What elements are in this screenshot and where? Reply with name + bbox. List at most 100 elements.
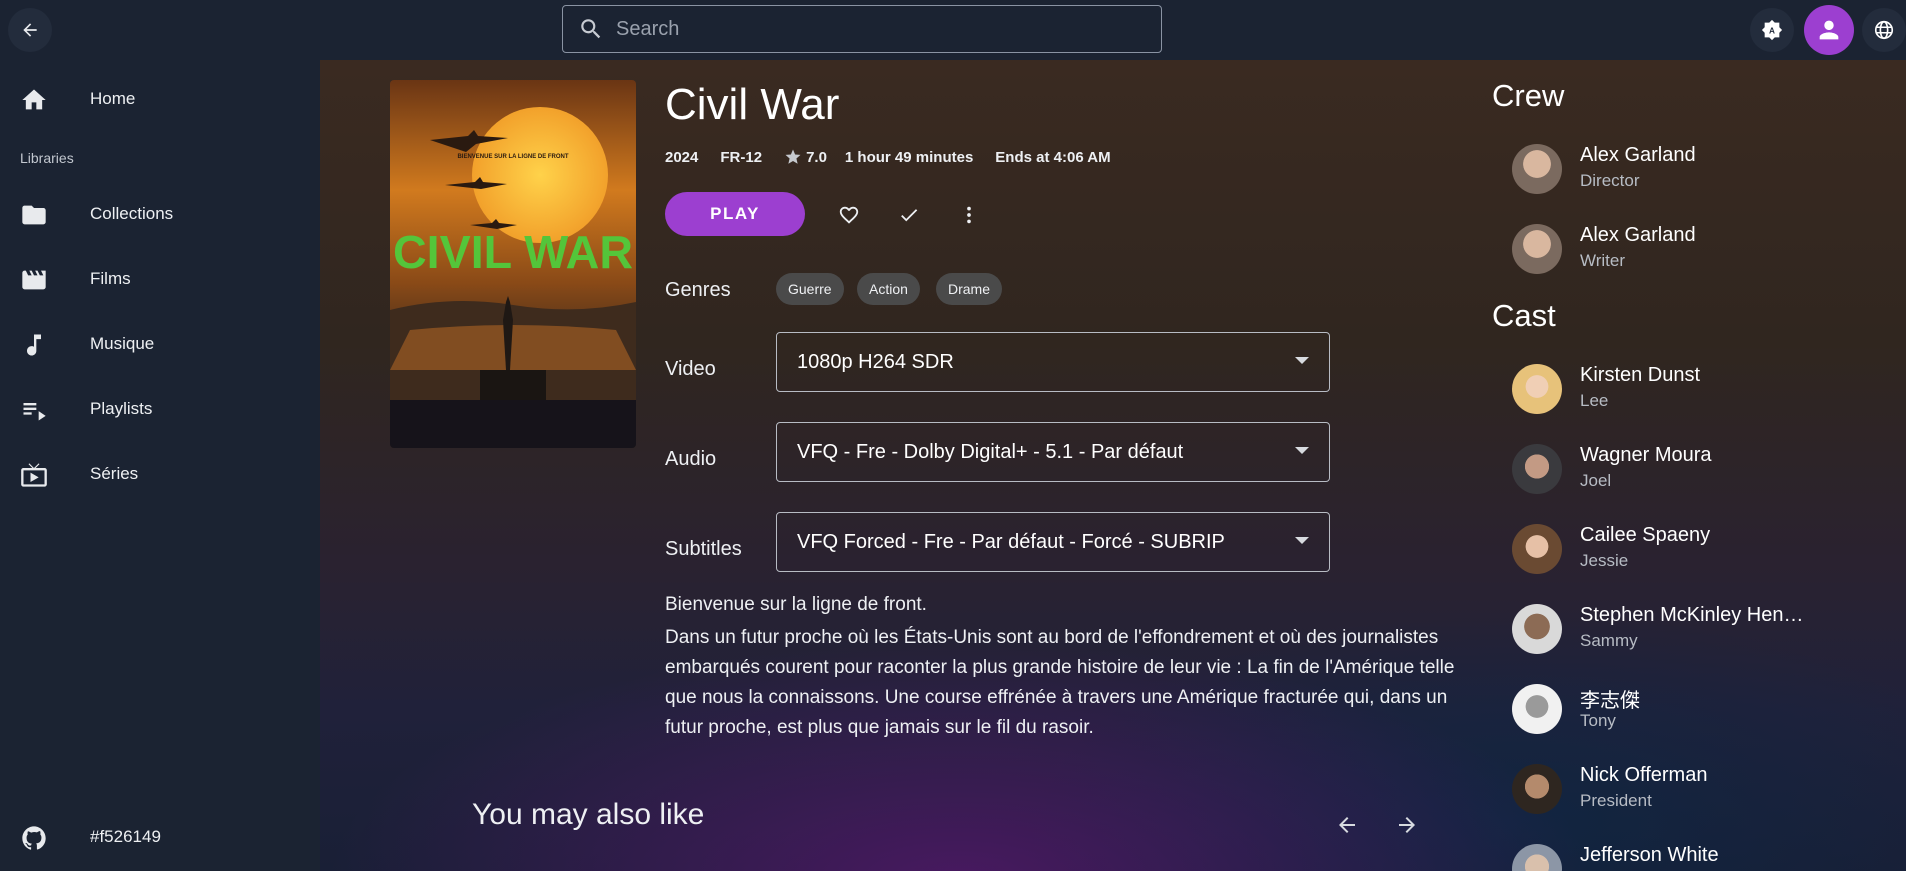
avatar [1512,844,1562,871]
heart-outline-icon [839,206,859,224]
person-role: Tony [1580,711,1616,730]
arrow-left-icon [23,23,37,37]
person-name: Stephen McKinley Hen… [1580,604,1804,626]
star-icon [785,149,801,164]
arrow-left-icon [1339,817,1355,833]
movie-poster[interactable]: BIENVENUE SUR LA LIGNE DE FRONT CIVIL WA… [390,80,636,448]
overview-text: Dans un futur proche où les États-Unis s… [665,627,1455,738]
crew-member[interactable]: Alex Garland Director [1512,140,1842,200]
crew-heading: Crew [1492,78,1565,113]
person-name: 李志傑 [1580,690,1640,712]
movie-metadata: 2024 FR-12 7.0 1 hour 49 minutes Ends at… [665,148,1133,166]
community-rating: 7.0 [784,148,827,166]
cast-member[interactable]: Jefferson White [1512,840,1842,871]
sidebar-item-label: Séries [90,464,139,483]
genre-chip[interactable]: Drame [936,273,1003,305]
person-role: Sammy [1580,631,1638,650]
search-icon [581,19,601,39]
audio-select-value: VFQ - Fre - Dolby Digital+ - 5.1 - Par d… [797,440,1184,463]
poster-tagline-text: BIENVENUE SUR LA LIGNE DE FRONT [457,154,568,160]
sidebar-item-films[interactable]: Films [0,253,320,305]
crew-member[interactable]: Alex Garland Writer [1512,220,1842,280]
audio-label: Audio [665,448,717,470]
person-role: Jessie [1580,551,1629,570]
favorite-button[interactable] [834,200,864,230]
search-input[interactable] [614,16,1138,42]
sidebar-item-label: Playlists [90,399,153,418]
music-icon [27,334,41,356]
sidebar-item-label: Films [90,269,131,288]
brightness-auto-icon: A [1761,19,1783,41]
search-box[interactable] [562,5,1162,53]
audio-select[interactable]: VFQ - Fre - Dolby Digital+ - 5.1 - Par d… [776,422,1330,482]
play-button[interactable]: PLAY [665,192,805,236]
avatar [1512,764,1562,814]
back-button[interactable] [8,8,52,52]
community-rating-value: 7.0 [806,148,827,166]
official-rating: FR-12 [720,148,763,166]
sidebar: Home Libraries Collections Films Musique… [0,60,320,871]
genre-chip[interactable]: Action [857,273,920,305]
sidebar-item-label: Home [90,89,136,108]
account-icon [1819,20,1839,40]
genres-label: Genres [665,279,731,301]
ends-at: Ends at 4:06 AM [995,148,1111,166]
cast-member[interactable]: Wagner Moura Joel [1512,440,1842,500]
person-role: Lee [1580,391,1609,410]
sidebar-item-series[interactable]: Séries [0,448,320,500]
video-select[interactable]: 1080p H264 SDR [776,332,1330,392]
person-role: President [1580,791,1652,810]
sidebar-item-home[interactable]: Home [0,73,320,125]
top-bar: A [0,0,1906,60]
sidebar-item-label: Collections [90,204,174,223]
mark-played-button[interactable] [894,200,924,230]
folder-icon [22,205,46,225]
avatar [1512,144,1562,194]
runtime: 1 hour 49 minutes [844,148,974,166]
movie-icon [22,270,46,290]
genre-chip[interactable]: Guerre [776,273,844,305]
github-icon [22,826,46,850]
cast-member[interactable]: Cailee Spaeny Jessie [1512,520,1842,580]
person-role: Writer [1580,251,1626,270]
person-name: Wagner Moura [1580,444,1712,466]
theme-button[interactable]: A [1750,8,1794,52]
poster-title-text: CIVIL WAR [393,226,633,278]
sidebar-item-label: Musique [90,334,155,353]
svg-text:A: A [1769,27,1775,36]
dropdown-arrow-icon [1295,357,1309,364]
production-year: 2024 [665,148,699,166]
dropdown-arrow-icon [1295,537,1309,544]
user-avatar-button[interactable] [1804,5,1854,55]
scroll-left-button[interactable] [1332,810,1362,840]
sidebar-item-github[interactable]: #f526149 [0,811,320,863]
cast-member[interactable]: Nick Offerman President [1512,760,1842,820]
dropdown-arrow-icon [1295,447,1309,454]
person-name: Cailee Spaeny [1580,524,1711,546]
video-select-value: 1080p H264 SDR [797,350,954,373]
tv-icon [21,463,47,487]
subtitles-label: Subtitles [665,538,742,560]
sidebar-item-playlists[interactable]: Playlists [0,383,320,435]
check-icon [901,209,918,222]
person-name: Nick Offerman [1580,764,1708,786]
cast-member[interactable]: 李志傑 Tony [1512,680,1842,740]
subtitles-select[interactable]: VFQ Forced - Fre - Par défaut - Forcé - … [776,512,1330,572]
person-role: Director [1580,171,1640,190]
sidebar-item-collections[interactable]: Collections [0,188,320,240]
playlist-icon [23,403,46,421]
sidebar-item-musique[interactable]: Musique [0,318,320,370]
more-options-button[interactable] [954,200,984,230]
person-name: Alex Garland [1580,224,1696,246]
subtitles-select-value: VFQ Forced - Fre - Par défaut - Forcé - … [797,530,1225,553]
poster-image: BIENVENUE SUR LA LIGNE DE FRONT CIVIL WA… [390,80,636,448]
home-icon [22,89,46,110]
top-right-actions: A [1742,5,1906,55]
cast-heading: Cast [1492,298,1556,333]
scroll-right-button[interactable] [1392,810,1422,840]
more-vertical-icon [967,206,971,224]
cast-member[interactable]: Stephen McKinley Hen… Sammy [1512,600,1842,660]
language-button[interactable] [1862,8,1906,52]
avatar [1512,524,1562,574]
cast-member[interactable]: Kirsten Dunst Lee [1512,360,1842,420]
